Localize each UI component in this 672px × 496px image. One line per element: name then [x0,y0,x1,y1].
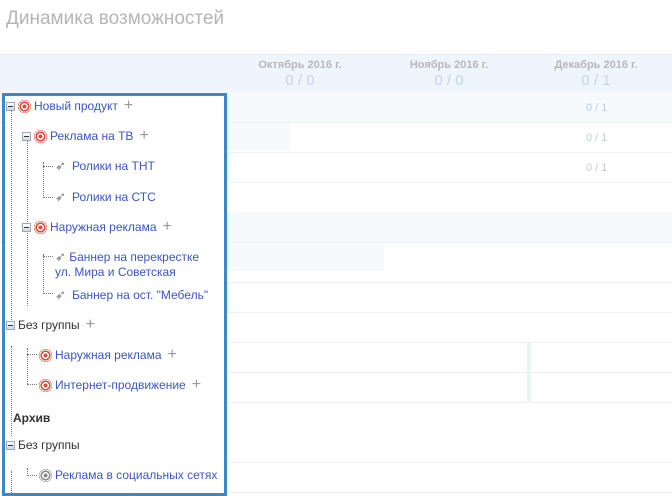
tree-node-banner-crossroad[interactable]: ➶ Баннер на перекрестке ул. Мира и Советс… [55,250,199,280]
month-october: Октябрь 2016 г. 0 / 0 [258,59,342,89]
bar [527,343,531,371]
tree-node-tnt[interactable]: ➶ Ролики на ТНТ [55,158,155,174]
add-icon[interactable]: + [124,98,133,114]
add-icon[interactable]: + [168,347,177,363]
tree-node-archive-no-group[interactable]: Без группы [6,438,80,452]
arrow-icon: ➶ [55,158,66,173]
target-icon [18,99,31,113]
bar [226,244,384,271]
target-icon [34,220,47,234]
target-icon [39,348,52,362]
add-icon[interactable]: + [192,377,201,393]
tree-node-tv[interactable]: Реклама на ТВ + [22,128,149,144]
archive-heading: Архив [13,411,51,425]
month-november: Ноябрь 2016 г. 0 / 0 [409,59,489,89]
tree-node-no-group[interactable]: Без группы + [6,317,95,333]
bar [226,123,290,150]
target-icon [39,378,52,392]
arrow-icon: ➶ [55,249,66,264]
month-december: Декабрь 2016 г. 0 / 1 [554,59,638,89]
tree-node-internet[interactable]: Интернет-продвижение + [39,377,201,393]
add-icon[interactable]: + [86,317,95,333]
target-icon [34,129,47,143]
collapse-icon[interactable] [6,440,15,450]
collapse-icon[interactable] [6,101,15,111]
arrow-icon: ➶ [55,287,66,302]
tree-node-new-product[interactable]: Новый продукт + [6,98,133,114]
bar [527,373,531,401]
add-icon[interactable]: + [163,219,172,235]
arrow-icon: ➶ [55,189,66,204]
tree-node-banner-stop[interactable]: ➶ Баннер на ост. "Мебель" [55,287,208,303]
add-icon[interactable]: + [139,128,148,144]
tree-node-outdoor-2[interactable]: Наружная реклама + [39,347,177,363]
tree-node-sts[interactable]: ➶ Ролики на СТС [55,189,156,205]
tree-node-outdoor[interactable]: Наружная реклама + [22,219,172,235]
tree-panel: Новый продукт + Реклама на ТВ + ➶ Ролики на… [2,93,227,496]
collapse-icon[interactable] [6,320,15,330]
target-icon [39,468,52,482]
timeline-header: Октябрь 2016 г. 0 / 0 Ноябрь 2016 г. 0 / 0… [0,54,672,93]
tree-node-social[interactable]: Реклама в социальных сетях [39,468,217,482]
collapse-icon[interactable] [22,222,31,232]
collapse-icon[interactable] [22,131,31,141]
page-title: Динамика возможностей [6,8,225,29]
